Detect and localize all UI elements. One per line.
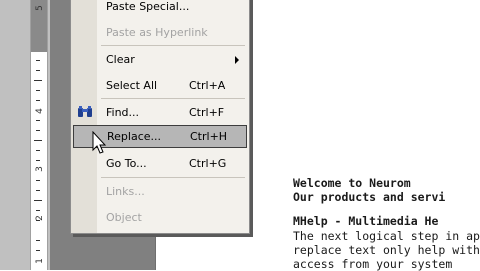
menu-separator [101,45,245,46]
menu-item-label: Clear [106,53,135,66]
ruler-number: 4 [35,108,45,114]
doc-paragraph-line[interactable]: access from your system [293,257,452,271]
ruler-tick [36,190,40,191]
ruler-tick [36,180,40,181]
vertical-ruler: 5 4 3 2 1 [0,0,50,270]
ruler-tick [34,200,42,201]
menu-item-paste-special[interactable]: Paste Special... [71,0,249,18]
menu-item-object[interactable]: Object [71,206,249,229]
menu-item-label: Object [106,211,142,224]
doc-paragraph-line[interactable]: replace text only help with [293,243,480,257]
ruler-number: 1 [35,258,45,264]
menu-item-select-all[interactable]: Select All Ctrl+A [71,74,249,97]
menu-item-find[interactable]: Find... Ctrl+F [71,101,249,124]
menu-item-links[interactable]: Links... [71,180,249,203]
binoculars-icon [78,106,92,117]
ruler-tick [36,120,40,121]
doc-heading-3[interactable]: MHelp - Multimedia He [293,214,438,228]
doc-heading-1[interactable]: Welcome to Neurom [293,176,411,190]
ruler-track: 5 4 3 2 1 [30,0,48,270]
ruler-tick [36,90,40,91]
ruler-tick [36,130,40,131]
ruler-tick [36,100,40,101]
menu-item-label: Paste Special... [106,0,190,13]
ruler-number: 5 [35,5,45,11]
ruler-tick [36,160,40,161]
ruler-tick [36,60,40,61]
menu-item-clear[interactable]: Clear [71,48,249,71]
ruler-tick [36,210,40,211]
menu-separator [101,98,245,99]
ruler-tick [36,70,40,71]
ruler-tick [36,250,40,251]
menu-item-label: Go To... [106,157,147,170]
ruler-number: 3 [35,166,45,172]
ruler-tick [36,150,40,151]
doc-heading-2[interactable]: Our products and servi [293,190,445,204]
mouse-pointer-icon [92,131,107,154]
ruler-tick [34,80,42,81]
menu-separator [101,177,245,178]
ruler-tick [34,140,42,141]
menu-item-shortcut: Ctrl+H [190,130,228,143]
edit-menu: Paste Special... Paste as Hyperlink Clea… [70,0,250,234]
menu-item-label: Select All [106,79,158,92]
submenu-arrow-icon [235,56,239,64]
menu-item-shortcut: Ctrl+A [189,79,226,92]
menu-item-label: Paste as Hyperlink [106,26,208,39]
menu-item-shortcut: Ctrl+G [189,157,227,170]
doc-paragraph-line[interactable]: The next logical step in ap [293,229,480,243]
ruler-number: 2 [35,215,45,221]
menu-item-label: Replace... [107,130,162,143]
menu-item-label: Links... [106,185,145,198]
ruler-tick [36,240,40,241]
menu-item-label: Find... [106,106,140,119]
menu-item-paste-as-hyperlink[interactable]: Paste as Hyperlink [71,21,249,44]
menu-item-shortcut: Ctrl+F [189,106,225,119]
